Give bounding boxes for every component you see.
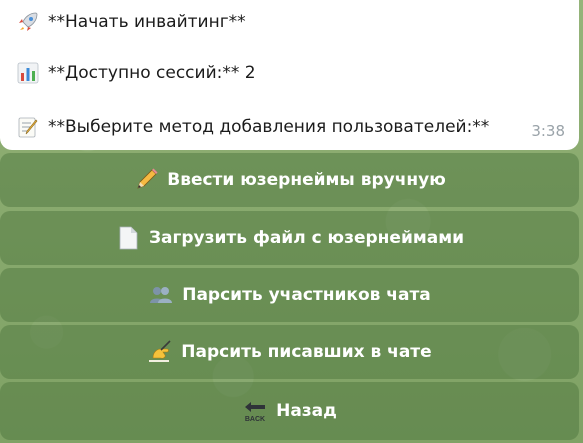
message-bubble: **Начать инвайтинг** **Доступно сессий:*… (0, 0, 579, 150)
svg-text:BACK: BACK (245, 416, 265, 423)
message-timestamp: 3:38 (531, 122, 565, 140)
button-label: Ввести юзернеймы вручную (167, 170, 446, 190)
message-line-text: **Доступно сессий:** 2 (48, 63, 256, 83)
memo-icon (16, 115, 40, 139)
button-label: Назад (276, 401, 337, 421)
pencil-icon (133, 167, 159, 193)
back-button[interactable]: BACK Назад (0, 382, 579, 440)
bar-chart-icon (16, 61, 40, 85)
parse-chat-writers-button[interactable]: Парсить писавших в чате (0, 325, 579, 379)
button-label: Парсить участников чата (182, 285, 431, 305)
button-label: Парсить писавших в чате (181, 342, 432, 362)
message-line-start-inviting: **Начать инвайтинг** (16, 10, 246, 34)
message-line-sessions: **Доступно сессий:** 2 (16, 61, 256, 85)
button-label: Загрузить файл с юзернеймами (148, 228, 465, 248)
message-line-text: **Выберите метод добавления пользователе… (48, 117, 490, 137)
enter-usernames-manually-button[interactable]: Ввести юзернеймы вручную (0, 153, 579, 207)
upload-usernames-file-button[interactable]: Загрузить файл с юзернеймами (0, 211, 579, 265)
parse-chat-members-button[interactable]: Парсить участников чата (0, 268, 579, 322)
rocket-icon (16, 10, 40, 34)
back-arrow-icon: BACK (242, 398, 268, 424)
page-icon (115, 225, 141, 251)
message-line-choose-method: **Выберите метод добавления пользователе… (16, 115, 489, 139)
message-line-text: **Начать инвайтинг** (48, 12, 246, 32)
writing-hand-icon (147, 339, 173, 365)
users-icon (148, 282, 174, 308)
